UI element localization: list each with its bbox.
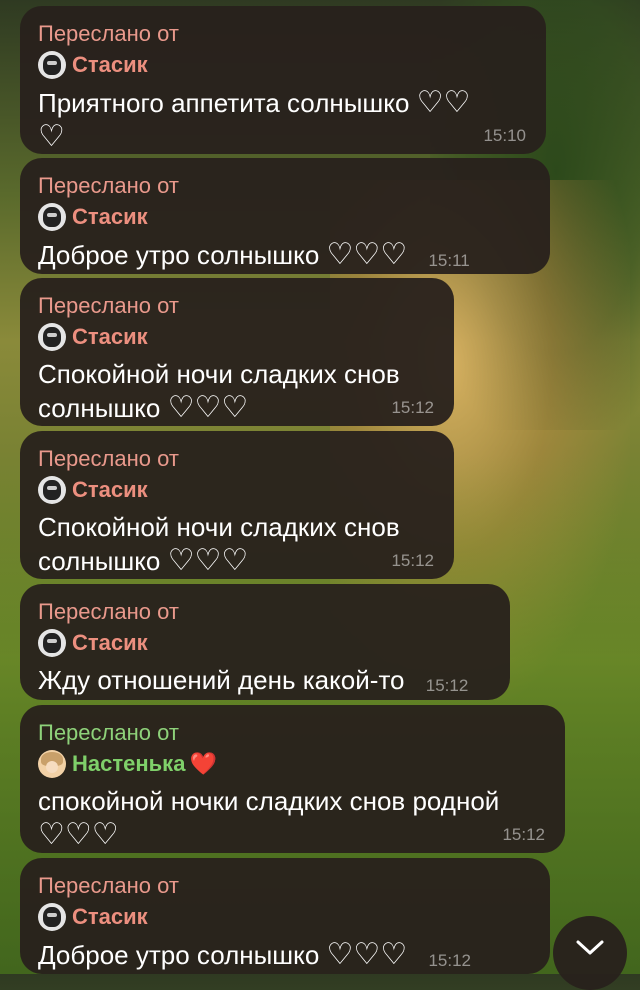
- sender-name: Стасик: [72, 904, 148, 929]
- message-text-line: Спокойной ночи сладких снов: [38, 512, 400, 542]
- black-heart-icon: ♡♡♡: [326, 938, 408, 971]
- red-heart-icon: ❤️: [189, 751, 217, 776]
- forward-sender[interactable]: Стасик: [38, 50, 528, 80]
- message-text-line: Доброе утро солнышко: [38, 240, 320, 270]
- message-bubble[interactable]: Переслано от Стасик Спокойной ночи сладк…: [20, 431, 454, 579]
- message-time: 15:10: [483, 126, 526, 145]
- sender-avatar: [38, 903, 66, 931]
- message-time: 15:12: [428, 951, 471, 970]
- forwarded-label: Переслано от: [38, 293, 179, 318]
- sender-name: Стасик: [72, 324, 148, 349]
- sender-name: Настенька: [72, 751, 186, 776]
- sender-avatar: [38, 750, 66, 778]
- message-text: Доброе утро солнышко ♡♡♡ 15:11: [38, 238, 532, 277]
- black-heart-icon: ♡♡♡: [326, 238, 408, 271]
- message-bubble[interactable]: Переслано от Стасик Спокойной ночи сладк…: [20, 278, 454, 426]
- message-text: Приятного аппетита солнышко ♡♡ ♡: [38, 86, 528, 154]
- scroll-down-button[interactable]: [553, 916, 627, 990]
- message-text-line: спокойной ночки сладких снов родной: [38, 786, 500, 816]
- message-text-line: Жду отношений день какой-то: [38, 665, 405, 695]
- message-text-line: Приятного аппетита солнышко: [38, 88, 410, 118]
- message-text-line: Спокойной ночи сладких снов: [38, 359, 400, 389]
- forward-sender[interactable]: Стасик: [38, 902, 532, 932]
- sender-avatar: [38, 476, 66, 504]
- message-time: 15:12: [391, 398, 434, 417]
- message-text: Спокойной ночи сладких снов солнышко ♡♡♡: [38, 511, 436, 578]
- forward-sender[interactable]: Стасик: [38, 475, 436, 505]
- message-text: Жду отношений день какой-то 15:12: [38, 664, 492, 702]
- sender-name: Стасик: [72, 630, 148, 655]
- sender-avatar: [38, 629, 66, 657]
- message-bubble[interactable]: Переслано от Настенька ❤️ спокойной ночк…: [20, 705, 565, 853]
- message-bubble[interactable]: Переслано от Стасик Доброе утро солнышко…: [20, 858, 550, 974]
- message-text-line: Доброе утро солнышко: [38, 940, 320, 970]
- black-heart-icon: ♡♡: [416, 86, 471, 119]
- sender-avatar: [38, 203, 66, 231]
- sender-name: Стасик: [72, 204, 148, 229]
- forwarded-label: Переслано от: [38, 173, 179, 198]
- sender-name: Стасик: [72, 477, 148, 502]
- sender-name: Стасик: [72, 52, 148, 77]
- black-heart-icon: ♡♡♡: [38, 818, 119, 851]
- forwarded-label: Переслано от: [38, 599, 179, 624]
- message-text: Доброе утро солнышко ♡♡♡ 15:12: [38, 938, 532, 977]
- forward-sender[interactable]: Стасик: [38, 628, 492, 658]
- forwarded-label: Переслано от: [38, 720, 179, 745]
- chevron-down-icon: [576, 940, 604, 955]
- forward-sender[interactable]: Стасик: [38, 322, 436, 352]
- forward-sender[interactable]: Настенька ❤️: [38, 749, 547, 779]
- sender-avatar: [38, 323, 66, 351]
- forwarded-label: Переслано от: [38, 446, 179, 471]
- sender-avatar: [38, 51, 66, 79]
- message-text: спокойной ночки сладких снов родной ♡♡♡: [38, 785, 547, 852]
- message-time: 15:12: [391, 551, 434, 570]
- message-time: 15:11: [428, 251, 470, 270]
- message-bubble[interactable]: Переслано от Стасик Приятного аппетита с…: [20, 6, 546, 154]
- message-text-line: солнышко: [38, 393, 161, 423]
- forward-sender[interactable]: Стасик: [38, 202, 532, 232]
- message-text-line: солнышко: [38, 546, 161, 576]
- forwarded-label: Переслано от: [38, 21, 179, 46]
- message-time: 15:12: [425, 676, 469, 695]
- message-text: Спокойной ночи сладких снов солнышко ♡♡♡: [38, 358, 436, 425]
- black-heart-icon: ♡♡♡: [167, 544, 249, 577]
- message-time: 15:12: [502, 825, 545, 844]
- message-bubble[interactable]: Переслано от Стасик Доброе утро солнышко…: [20, 158, 550, 274]
- message-bubble[interactable]: Переслано от Стасик Жду отношений день к…: [20, 584, 510, 700]
- black-heart-icon: ♡♡♡: [167, 391, 249, 424]
- forwarded-label: Переслано от: [38, 873, 179, 898]
- black-heart-icon: ♡: [38, 120, 65, 153]
